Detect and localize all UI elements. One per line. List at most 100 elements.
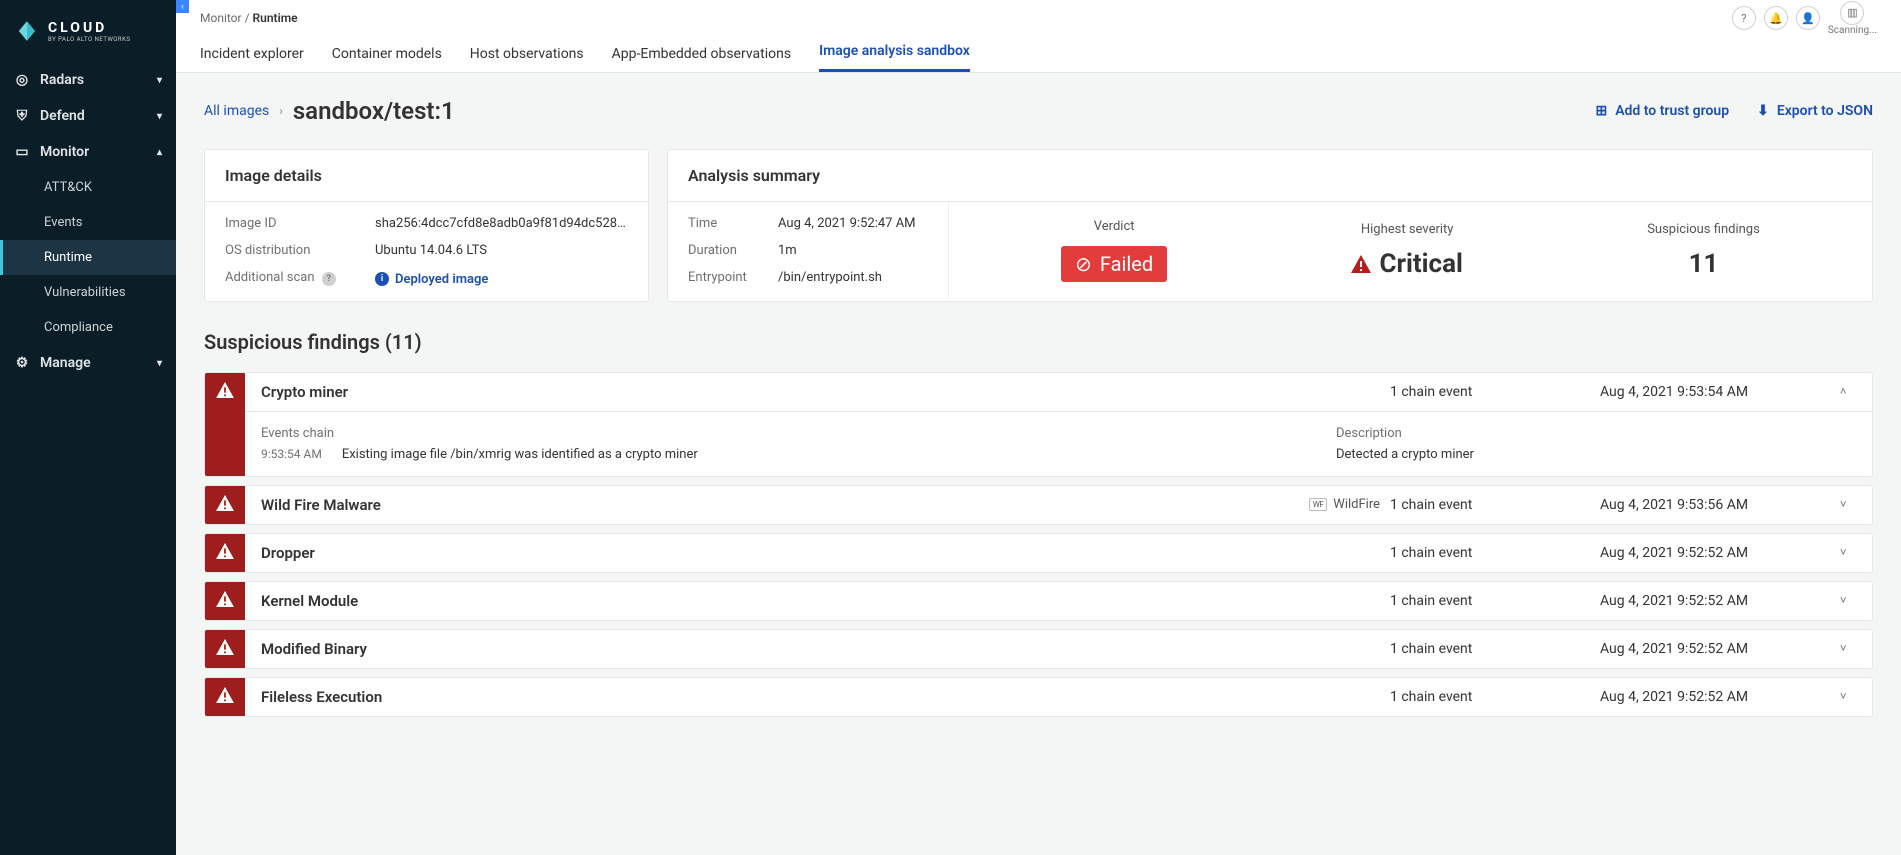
severity-strip: [205, 534, 245, 572]
breadcrumb-current: Runtime: [253, 11, 298, 25]
event-time: 9:53:54 AM: [261, 447, 322, 462]
finding-row: Dropper 1 chain event Aug 4, 2021 9:52:5…: [204, 533, 1873, 573]
description-text: Detected a crypto miner: [1336, 447, 1856, 462]
globe-icon: ◎: [14, 72, 30, 88]
page-title: sandbox/test:1: [293, 97, 455, 125]
chevron-down-icon: ▾: [157, 75, 162, 86]
finding-title: Crypto miner: [261, 383, 348, 401]
finding-time: Aug 4, 2021 9:52:52 AM: [1600, 545, 1830, 561]
brand-mark-icon: [14, 18, 40, 44]
verdict-badge: ⊘ Failed: [1061, 246, 1167, 282]
finding-toggle[interactable]: Fileless Execution 1 chain event Aug 4, …: [245, 678, 1872, 716]
finding-title: Wild Fire Malware: [261, 496, 381, 514]
tab-image-analysis-sandbox[interactable]: Image analysis sandbox: [819, 43, 970, 72]
help-icon[interactable]: ?: [322, 272, 336, 286]
nav-defend-label: Defend: [40, 108, 85, 124]
nav-vulnerabilities[interactable]: Vulnerabilities: [0, 275, 176, 310]
analysis-summary-card: Analysis summary Time Aug 4, 2021 9:52:4…: [667, 149, 1873, 302]
os-dist-label: OS distribution: [225, 243, 365, 258]
description-label: Description: [1336, 426, 1856, 441]
brand-bottom: BY PALO ALTO NETWORKS: [48, 36, 130, 43]
content: All images › sandbox/test:1 ⊞ Add to tru…: [176, 73, 1901, 855]
finding-chain: 1 chain event: [1390, 497, 1590, 513]
severity-strip: [205, 486, 245, 524]
nav-defend[interactable]: ⛨ Defend ▾: [0, 98, 176, 134]
finding-time: Aug 4, 2021 9:53:54 AM: [1600, 384, 1830, 400]
finding-title: Kernel Module: [261, 592, 358, 610]
chevron-up-icon: ˄: [1840, 385, 1856, 398]
deployed-image-link[interactable]: i Deployed image: [375, 272, 488, 287]
breadcrumb: Monitor / Runtime: [200, 11, 298, 25]
title-row: All images › sandbox/test:1 ⊞ Add to tru…: [204, 97, 1873, 125]
findings-section-title: Suspicious findings (11): [204, 330, 1873, 354]
chevron-down-icon: ▾: [157, 111, 162, 122]
finding-chain: 1 chain event: [1390, 689, 1590, 705]
help-button[interactable]: ?: [1732, 6, 1756, 30]
duration-label: Duration: [688, 243, 778, 258]
finding-toggle[interactable]: Kernel Module 1 chain event Aug 4, 2021 …: [245, 582, 1872, 620]
tab-container-models[interactable]: Container models: [332, 46, 442, 72]
entrypoint-value: /bin/entrypoint.sh: [778, 270, 928, 285]
finding-row: Fileless Execution 1 chain event Aug 4, …: [204, 677, 1873, 717]
gear-icon: ⚙: [14, 355, 30, 371]
nav-manage[interactable]: ⚙ Manage ▾: [0, 345, 176, 381]
add-to-trust-button[interactable]: ⊞ Add to trust group: [1595, 103, 1729, 119]
info-icon: i: [375, 272, 389, 286]
finding-toggle[interactable]: Modified Binary 1 chain event Aug 4, 202…: [245, 630, 1872, 668]
wildfire-badge: WFWildFire: [1309, 497, 1380, 512]
nav-radars[interactable]: ◎ Radars ▾: [0, 62, 176, 98]
tab-host-observations[interactable]: Host observations: [470, 46, 584, 72]
chevron-down-icon: ˅: [1840, 594, 1856, 607]
collapse-sidebar-button[interactable]: ‹: [176, 0, 189, 13]
tab-app-embedded[interactable]: App-Embedded observations: [612, 46, 791, 72]
verdict-stat: Verdict ⊘ Failed: [1061, 219, 1167, 282]
finding-toggle[interactable]: Wild Fire Malware WFWildFire 1 chain eve…: [245, 486, 1872, 524]
finding-row: Kernel Module 1 chain event Aug 4, 2021 …: [204, 581, 1873, 621]
nav-compliance[interactable]: Compliance: [0, 310, 176, 345]
nav-events[interactable]: Events: [0, 205, 176, 240]
finding-toggle[interactable]: Dropper 1 chain event Aug 4, 2021 9:52:5…: [245, 534, 1872, 572]
chevron-right-icon: ›: [279, 104, 283, 118]
count-stat: Suspicious findings 11: [1647, 222, 1760, 279]
duration-value: 1m: [778, 243, 928, 258]
finding-chain: 1 chain event: [1390, 545, 1590, 561]
chevron-down-icon: ▾: [157, 358, 162, 369]
image-details-card: Image details Image ID sha256:4dcc7cfd8e…: [204, 149, 649, 302]
finding-row: Wild Fire Malware WFWildFire 1 chain eve…: [204, 485, 1873, 525]
chevron-down-icon: ˅: [1840, 642, 1856, 655]
severity-strip: [205, 582, 245, 620]
finding-row: Crypto miner 1 chain event Aug 4, 2021 9…: [204, 372, 1873, 477]
chevron-down-icon: ˅: [1840, 546, 1856, 559]
tabs: Incident explorer Container models Host …: [200, 36, 1877, 72]
scan-button[interactable]: ▥: [1840, 1, 1864, 25]
warning-icon: [1351, 255, 1371, 273]
image-details-header: Image details: [205, 150, 648, 202]
breadcrumb-root[interactable]: Monitor: [200, 11, 242, 25]
finding-toggle[interactable]: Crypto miner 1 chain event Aug 4, 2021 9…: [245, 373, 1872, 411]
nav-manage-label: Manage: [40, 355, 91, 371]
finding-body: Events chain 9:53:54 AM Existing image f…: [245, 411, 1872, 476]
export-json-button[interactable]: ⬇ Export to JSON: [1757, 103, 1873, 119]
notifications-button[interactable]: 🔔: [1764, 6, 1788, 30]
chevron-down-icon: ˅: [1840, 498, 1856, 511]
finding-title: Dropper: [261, 544, 315, 562]
tab-incident-explorer[interactable]: Incident explorer: [200, 46, 304, 72]
nav-runtime[interactable]: Runtime: [0, 240, 176, 275]
additional-scan-label: Additional scan ?: [225, 270, 365, 287]
scanning-text: Scanning...: [1828, 25, 1877, 36]
finding-title: Fileless Execution: [261, 688, 382, 706]
severity-stat: Highest severity Critical: [1351, 222, 1462, 279]
findings-list: Crypto miner 1 chain event Aug 4, 2021 9…: [204, 372, 1873, 717]
events-chain-label: Events chain: [261, 426, 1296, 441]
time-label: Time: [688, 216, 778, 231]
all-images-link[interactable]: All images: [204, 103, 269, 119]
os-dist-value: Ubuntu 14.04.6 LTS: [375, 243, 628, 258]
nav-monitor[interactable]: ▭ Monitor ▴: [0, 134, 176, 170]
brand-logo: CLOUD BY PALO ALTO NETWORKS: [0, 0, 176, 58]
finding-chain: 1 chain event: [1390, 641, 1590, 657]
monitor-icon: ▭: [14, 144, 30, 160]
nav-attck[interactable]: ATT&CK: [0, 170, 176, 205]
user-button[interactable]: 👤: [1796, 6, 1820, 30]
severity-strip: [205, 630, 245, 668]
finding-time: Aug 4, 2021 9:52:52 AM: [1600, 641, 1830, 657]
